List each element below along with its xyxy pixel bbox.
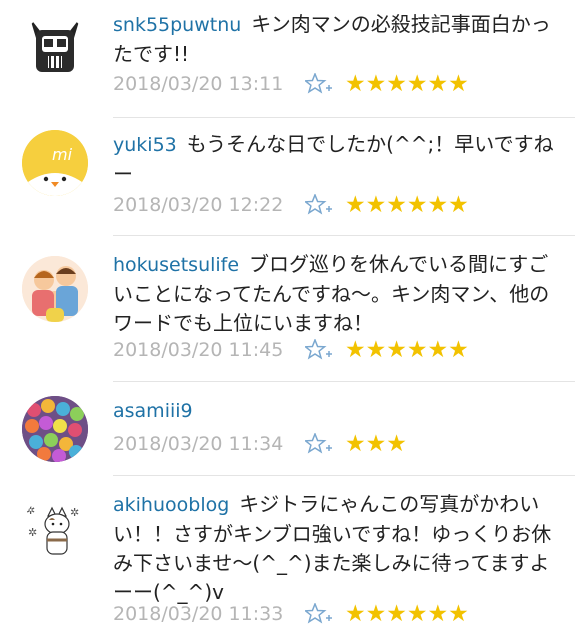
star-rating[interactable]: ★★★★★★ [345,71,469,97]
comment-text-block: akihuooblog キジトラにゃんこの写真がかわいい！！さすがキンブロ強いです… [113,490,559,607]
add-star-icon[interactable] [305,339,333,361]
svg-text:✲: ✲ [26,504,35,517]
pompom-avatar-icon [22,396,88,462]
comment-meta: 2018/03/20 11:33 ★★★★★★ [113,601,469,627]
avatar[interactable]: mi [22,130,88,196]
star-rating[interactable]: ★★★★★★ [345,601,469,627]
add-star-icon[interactable] [305,433,333,455]
comment-timestamp: 2018/03/20 11:34 [113,433,284,455]
comment-username[interactable]: akihuooblog [113,494,229,516]
comment-body: もうそんな日でしたか(^^;！早いですねー [113,132,554,186]
cat-avatar-icon: ✲ ✲ ✲ [22,496,88,562]
star-rating[interactable]: ★★★★★★ [345,192,469,218]
star-rating[interactable]: ★★★ [345,431,407,457]
family-avatar-icon [22,256,88,322]
comment-timestamp: 2018/03/20 11:45 [113,339,284,361]
comment-meta: 2018/03/20 11:45 ★★★★★★ [113,337,469,363]
comment-text-block: hokusetsulife ブログ巡りを休んでいる間にすごいことになってたんですね… [113,250,559,338]
comment-item: asamiii9 2018/03/20 11:34 ★★★ [0,382,575,476]
comment-timestamp: 2018/03/20 13:11 [113,73,284,95]
comment-username[interactable]: hokusetsulife [113,254,239,276]
comment-meta: 2018/03/20 11:34 ★★★ [113,431,407,457]
comment-item: mi yuki53 もうそんな日でしたか(^^;！早いですねー 2018/03/2… [0,118,575,236]
comment-item: snk55puwtnu キン肉マンの必殺技記事面白かったです!! 2018/03/… [0,0,575,118]
svg-text:mi: mi [52,145,73,164]
comment-meta: 2018/03/20 13:11 ★★★★★★ [113,71,469,97]
comment-item: hokusetsulife ブログ巡りを休んでいる間にすごいことになってたんですね… [0,236,575,382]
comment-text-block: asamiii9 [113,396,559,426]
comment-username[interactable]: asamiii9 [113,400,193,422]
comment-timestamp: 2018/03/20 12:22 [113,194,284,216]
comment-username[interactable]: snk55puwtnu [113,14,241,36]
star-rating[interactable]: ★★★★★★ [345,337,469,363]
avatar[interactable] [22,256,88,322]
comment-username[interactable]: yuki53 [113,134,177,156]
add-star-icon[interactable] [305,603,333,625]
comment-meta: 2018/03/20 12:22 ★★★★★★ [113,192,469,218]
comment-text-block: snk55puwtnu キン肉マンの必殺技記事面白かったです!! [113,10,559,69]
svg-text:✲: ✲ [70,506,79,519]
svg-text:✲: ✲ [28,526,37,539]
comment-text-block: yuki53 もうそんな日でしたか(^^;！早いですねー [113,130,559,189]
avatar[interactable]: ✲ ✲ ✲ [22,496,88,562]
avatar[interactable] [22,396,88,462]
comment-item: ✲ ✲ ✲ akihuooblog キジトラにゃんこの写真がかわいい！！さすがキン… [0,476,575,640]
add-star-icon[interactable] [305,194,333,216]
chick-avatar-icon: mi [22,130,88,196]
add-star-icon[interactable] [305,73,333,95]
comment-timestamp: 2018/03/20 11:33 [113,603,284,625]
robot-avatar-icon [30,18,80,72]
avatar[interactable] [22,14,88,80]
